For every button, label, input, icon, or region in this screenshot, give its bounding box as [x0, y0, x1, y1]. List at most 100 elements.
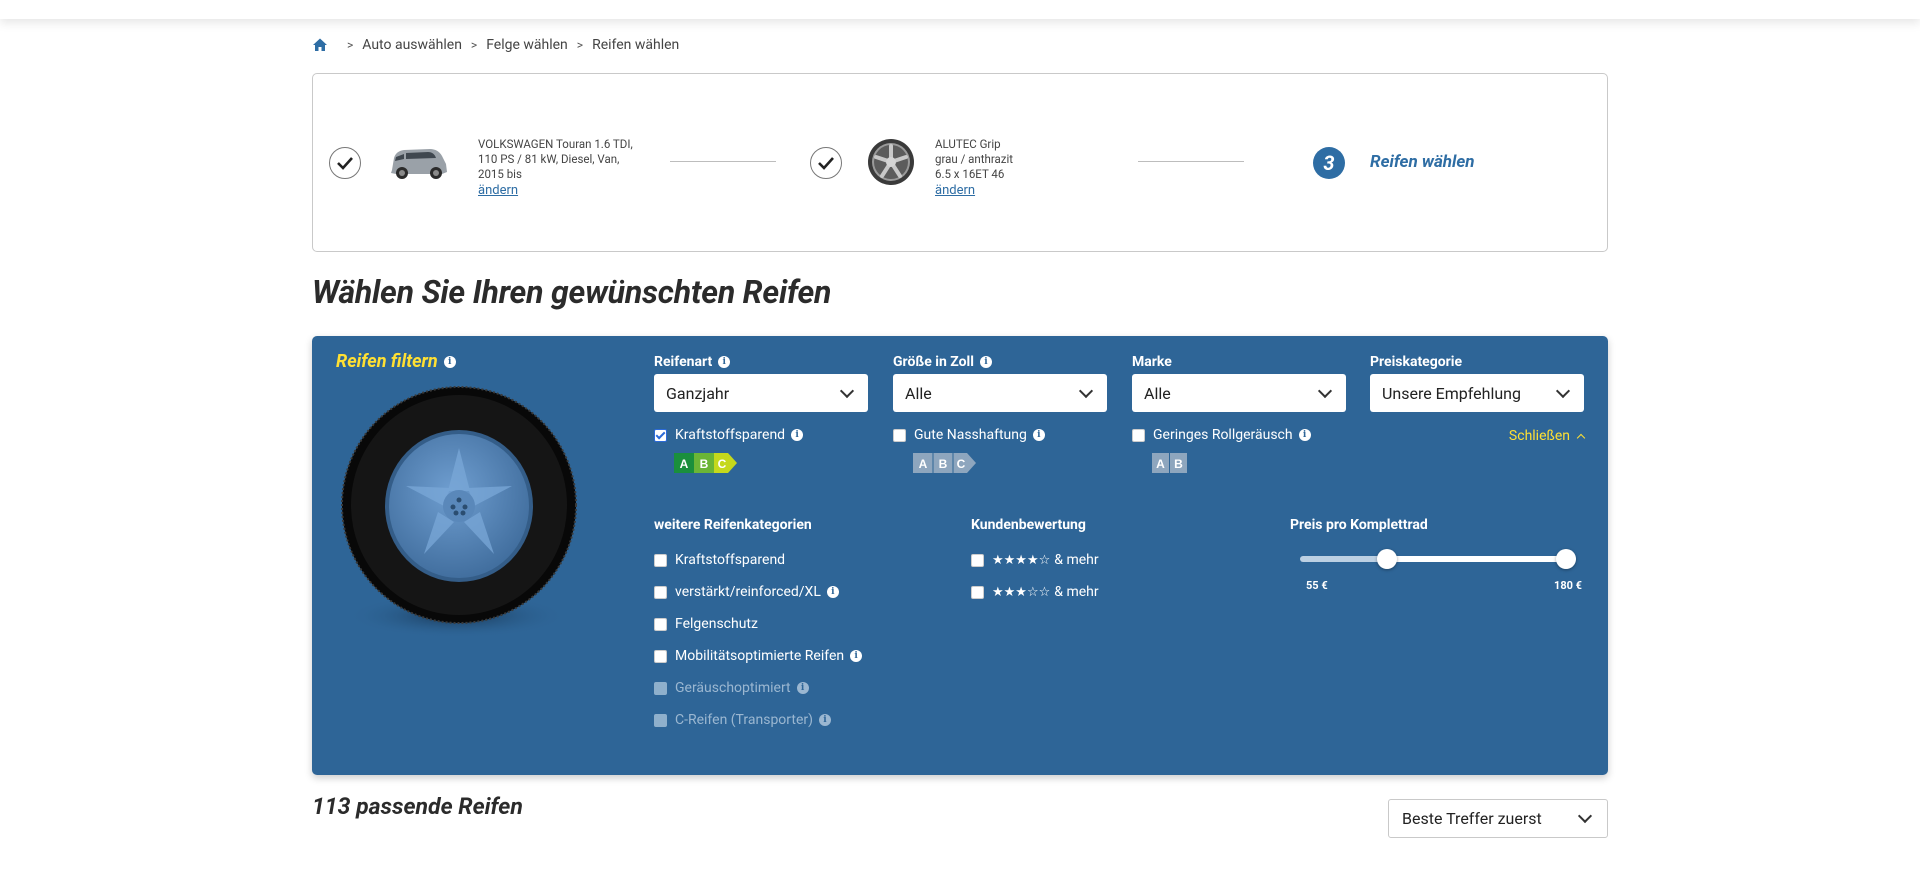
- breadcrumb-separator: >: [576, 38, 584, 52]
- configurator-stepper: VOLKSWAGEN Touran 1.6 TDI, 110 PS / 81 k…: [312, 73, 1608, 252]
- change-car-link[interactable]: ändern: [478, 183, 658, 198]
- grade-c: C: [718, 457, 727, 471]
- car-line-1: VOLKSWAGEN Touran 1.6 TDI,: [478, 137, 633, 151]
- breadcrumb-item-felge[interactable]: Felge wählen: [486, 37, 568, 53]
- reifenart-label: Reifenart i: [654, 353, 868, 371]
- step-connector: [670, 161, 776, 162]
- rim-icon: [868, 139, 914, 185]
- checkbox-disabled: [654, 681, 667, 695]
- info-icon[interactable]: i: [718, 356, 731, 368]
- rim-line-1: ALUTEC Grip: [935, 137, 1001, 151]
- car-line-3: 2015 bis: [478, 167, 522, 181]
- info-icon[interactable]: i: [443, 355, 456, 368]
- price-title: Preis pro Komplettrad: [1290, 517, 1428, 533]
- price-range-slider[interactable]: [1300, 549, 1576, 569]
- car-summary: VOLKSWAGEN Touran 1.6 TDI, 110 PS / 81 k…: [478, 137, 658, 198]
- close-filter-button[interactable]: Schließen: [1508, 428, 1586, 444]
- top-header-bar: [0, 0, 1920, 19]
- sort-value: Beste Treffer zuerst: [1402, 809, 1542, 828]
- tire-filter-panel: Reifen filtern i Reifenart i Ganzjahr Gr…: [312, 336, 1608, 775]
- checkbox[interactable]: [654, 553, 667, 567]
- label-check-rollgeraeusch[interactable]: Geringes Rollgeräusch i: [1132, 426, 1311, 444]
- car-line-2: 110 PS / 81 kW, Diesel, Van,: [478, 152, 620, 166]
- kraftstoff-label: Kraftstoffsparend: [675, 427, 786, 443]
- star-rating-icon: ★★★☆☆: [992, 584, 1051, 600]
- checkbox[interactable]: [971, 553, 984, 567]
- checkbox[interactable]: [654, 617, 667, 631]
- grade-a: A: [919, 457, 928, 471]
- filter-groesse: Größe in Zoll i Alle: [893, 353, 1107, 412]
- info-icon[interactable]: i: [819, 714, 831, 726]
- rating-4-stars[interactable]: ★★★★☆ & mehr: [971, 544, 1099, 576]
- category-felgenschutz[interactable]: Felgenschutz: [654, 608, 862, 640]
- slider-range-fill: [1386, 556, 1566, 562]
- info-icon[interactable]: i: [1298, 429, 1311, 441]
- more-categories-title: weitere Reifenkategorien: [654, 517, 812, 533]
- info-icon[interactable]: i: [826, 586, 839, 598]
- groesse-select[interactable]: Alle: [893, 374, 1107, 412]
- grade-c: C: [957, 457, 966, 471]
- filter-reifenart: Reifenart i Ganzjahr: [654, 353, 868, 412]
- home-icon[interactable]: [312, 37, 328, 53]
- wet-grade-badges: A B C: [913, 453, 977, 473]
- chevron-down-icon: [1078, 383, 1094, 398]
- slider-min-handle[interactable]: [1376, 549, 1397, 569]
- tire-illustration: [341, 386, 577, 638]
- step-connector: [1138, 161, 1244, 162]
- car-icon: [391, 149, 447, 179]
- page-title: Wählen Sie Ihren gewünschten Reifen: [312, 273, 832, 311]
- step-3-number: 3: [1313, 147, 1345, 179]
- filter-marke: Marke Alle: [1132, 353, 1346, 412]
- step-1-check-icon: [329, 147, 361, 179]
- slider-max-handle[interactable]: [1556, 549, 1576, 569]
- sort-select[interactable]: Beste Treffer zuerst: [1388, 799, 1608, 838]
- close-filter-label: Schließen: [1508, 428, 1570, 444]
- kraftstoff-checkbox[interactable]: [654, 428, 667, 442]
- more-categories-list: Kraftstoffsparend verstärkt/reinforced/X…: [654, 544, 863, 736]
- grade-a: A: [1156, 457, 1165, 471]
- checkbox[interactable]: [654, 649, 667, 663]
- checkbox[interactable]: [971, 585, 984, 599]
- change-rim-link[interactable]: ändern: [935, 183, 1095, 198]
- rollgeraeusch-label: Geringes Rollgeräusch: [1153, 427, 1293, 443]
- filter-title-text: Reifen filtern: [336, 351, 438, 372]
- category-reinforced[interactable]: verstärkt/reinforced/XL i: [654, 576, 862, 608]
- grade-b: B: [1174, 457, 1183, 471]
- preiskategorie-label: Preiskategorie: [1370, 354, 1463, 370]
- nasshaftung-label: Gute Nasshaftung: [914, 427, 1027, 443]
- breadcrumb-item-auto[interactable]: Auto auswählen: [362, 37, 462, 53]
- rating-title: Kundenbewertung: [971, 517, 1086, 533]
- marke-select[interactable]: Alle: [1132, 374, 1346, 412]
- grade-a: A: [680, 457, 689, 471]
- label-check-kraftstoff[interactable]: Kraftstoffsparend i: [654, 426, 804, 444]
- info-icon[interactable]: i: [979, 356, 992, 368]
- rating-3-stars[interactable]: ★★★☆☆ & mehr: [971, 576, 1099, 608]
- fuel-grade-badges: A B C: [674, 453, 738, 473]
- info-icon[interactable]: i: [850, 650, 863, 662]
- step-3-label: Reifen wählen: [1370, 152, 1475, 172]
- reifenart-select[interactable]: Ganzjahr: [654, 374, 868, 412]
- info-icon[interactable]: i: [791, 429, 804, 441]
- breadcrumb-item-reifen: Reifen wählen: [592, 37, 680, 53]
- rim-summary: ALUTEC Grip grau / anthrazit 6.5 x 16ET …: [935, 137, 1095, 198]
- preiskategorie-select[interactable]: Unsere Empfehlung: [1370, 374, 1584, 412]
- chevron-down-icon: [1577, 808, 1593, 824]
- info-icon[interactable]: i: [1032, 429, 1045, 441]
- noise-grade-badges: A B: [1152, 453, 1188, 473]
- filter-title: Reifen filtern i: [336, 351, 456, 372]
- category-mobilitaet[interactable]: Mobilitätsoptimierte Reifen i: [654, 640, 863, 672]
- price-min-label: 55 €: [1306, 579, 1328, 592]
- checkbox[interactable]: [654, 585, 667, 599]
- rim-line-3: 6.5 x 16ET 46: [935, 167, 1005, 181]
- chevron-up-icon: [1576, 433, 1586, 442]
- chevron-down-icon: [1317, 383, 1333, 398]
- category-c-reifen: C-Reifen (Transporter) i: [654, 704, 862, 736]
- breadcrumb-separator: >: [470, 38, 478, 52]
- breadcrumb: > Auto auswählen > Felge wählen > Reifen…: [312, 35, 1608, 55]
- nasshaftung-checkbox[interactable]: [893, 428, 906, 442]
- label-check-nasshaftung[interactable]: Gute Nasshaftung i: [893, 426, 1045, 444]
- info-icon[interactable]: i: [796, 682, 809, 694]
- category-kraftstoffsparend[interactable]: Kraftstoffsparend: [654, 544, 862, 576]
- category-geraeuschoptimiert: Geräuschoptimiert i: [654, 672, 862, 704]
- rollgeraeusch-checkbox[interactable]: [1132, 428, 1145, 442]
